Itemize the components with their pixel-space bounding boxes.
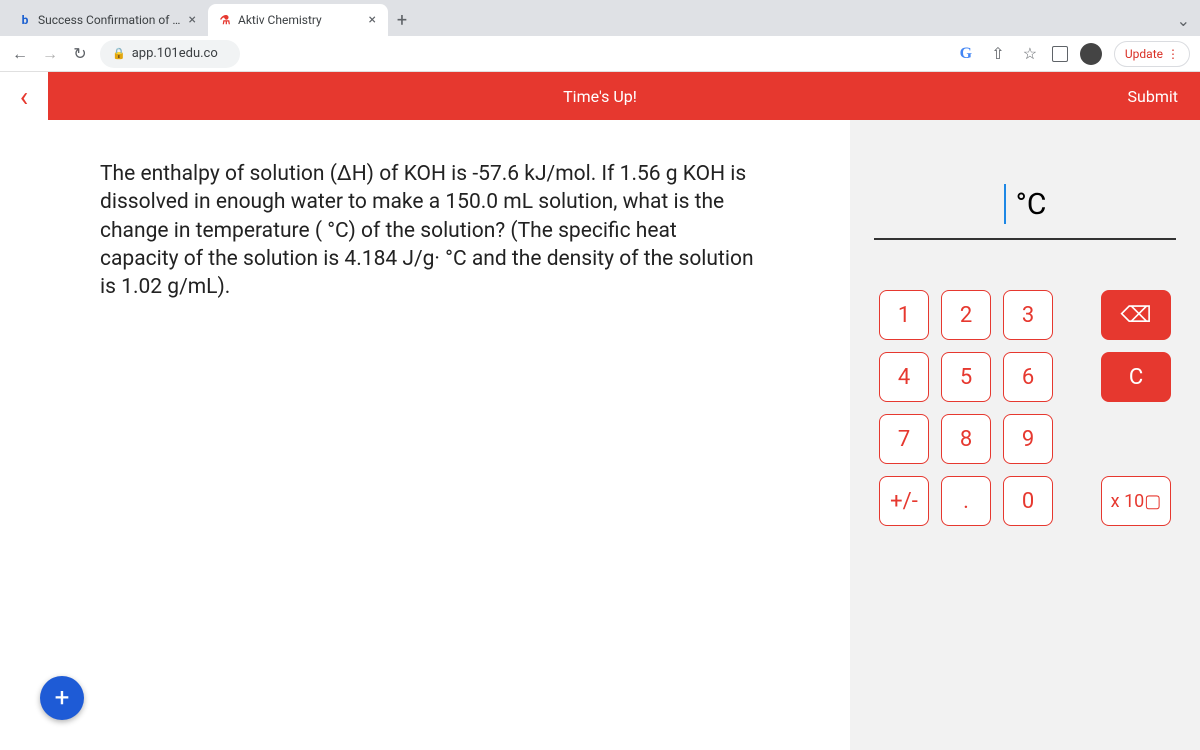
address-text: app.101edu.co xyxy=(132,46,218,61)
key-1[interactable]: 1 xyxy=(879,290,929,340)
update-label: Update xyxy=(1125,47,1163,61)
spacer xyxy=(1065,290,1089,340)
spacer xyxy=(1065,352,1089,402)
spacer xyxy=(1101,414,1171,464)
keypad-panel: °C 1 2 3 ⌫ 4 5 6 C 7 8 9 +/- . 0 x 10▢ xyxy=(850,120,1200,750)
close-icon[interactable]: × xyxy=(367,12,378,28)
browser-tab-1[interactable]: ⚗ Aktiv Chemistry × xyxy=(208,4,388,36)
key-6[interactable]: 6 xyxy=(1003,352,1053,402)
key-3[interactable]: 3 xyxy=(1003,290,1053,340)
browser-address-bar: ← → ↻ 🔒 app.101edu.co G ⇧ ☆ Update ⋮ xyxy=(0,36,1200,72)
key-clear[interactable]: C xyxy=(1101,352,1171,402)
update-button[interactable]: Update ⋮ xyxy=(1114,41,1190,67)
key-5[interactable]: 5 xyxy=(941,352,991,402)
lock-icon: 🔒 xyxy=(112,47,126,60)
tab-title: Success Confirmation of Quest xyxy=(38,13,181,27)
keypad-grid: 1 2 3 ⌫ 4 5 6 C 7 8 9 +/- . 0 x 10▢ xyxy=(864,290,1186,526)
question-text: The enthalpy of solution (ΔH) of KOH is … xyxy=(100,160,760,302)
spacer xyxy=(1065,414,1089,464)
favicon-b-icon: b xyxy=(18,13,32,27)
browser-tabstrip: b Success Confirmation of Quest × ⚗ Akti… xyxy=(0,0,1200,36)
chevron-left-icon: ‹ xyxy=(20,80,28,113)
key-backspace[interactable]: ⌫ xyxy=(1101,290,1171,340)
plus-icon: + xyxy=(55,683,70,713)
key-2[interactable]: 2 xyxy=(941,290,991,340)
text-cursor-icon xyxy=(1004,184,1006,224)
nav-back-icon[interactable]: ← xyxy=(10,44,30,64)
answer-unit: °C xyxy=(1016,187,1047,222)
tab-title: Aktiv Chemistry xyxy=(238,13,361,27)
content-area: The enthalpy of solution (ΔH) of KOH is … xyxy=(0,120,1200,750)
question-panel: The enthalpy of solution (ΔH) of KOH is … xyxy=(0,120,850,750)
answer-input[interactable]: °C xyxy=(874,170,1176,240)
key-decimal[interactable]: . xyxy=(941,476,991,526)
spacer xyxy=(1065,476,1089,526)
appbar-status-text: Time's Up! xyxy=(563,87,637,106)
key-7[interactable]: 7 xyxy=(879,414,929,464)
key-9[interactable]: 9 xyxy=(1003,414,1053,464)
browser-tab-0[interactable]: b Success Confirmation of Quest × xyxy=(8,4,208,36)
fab-add-button[interactable]: + xyxy=(40,676,84,720)
app-back-button[interactable]: ‹ xyxy=(0,72,48,120)
profile-avatar[interactable] xyxy=(1080,43,1102,65)
key-plus-minus[interactable]: +/- xyxy=(879,476,929,526)
install-icon[interactable] xyxy=(1052,46,1068,62)
kebab-icon: ⋮ xyxy=(1167,47,1179,61)
omnibox[interactable]: 🔒 app.101edu.co xyxy=(100,40,240,68)
app-bar: ‹ Time's Up! Submit xyxy=(0,72,1200,120)
backspace-icon: ⌫ xyxy=(1120,303,1151,328)
key-8[interactable]: 8 xyxy=(941,414,991,464)
share-icon[interactable]: ⇧ xyxy=(988,44,1008,63)
google-icon[interactable]: G xyxy=(956,45,976,63)
favicon-aktiv-icon: ⚗ xyxy=(218,13,232,27)
nav-reload-icon[interactable]: ↻ xyxy=(70,44,90,63)
star-icon[interactable]: ☆ xyxy=(1020,44,1040,63)
close-icon[interactable]: × xyxy=(187,12,198,28)
nav-forward-icon[interactable]: → xyxy=(40,44,60,64)
key-0[interactable]: 0 xyxy=(1003,476,1053,526)
key-exponent[interactable]: x 10▢ xyxy=(1101,476,1171,526)
submit-button[interactable]: Submit xyxy=(1106,87,1200,106)
key-4[interactable]: 4 xyxy=(879,352,929,402)
new-tab-button[interactable]: + xyxy=(388,6,416,34)
window-chevron-icon[interactable]: ⌄ xyxy=(1177,4,1190,36)
